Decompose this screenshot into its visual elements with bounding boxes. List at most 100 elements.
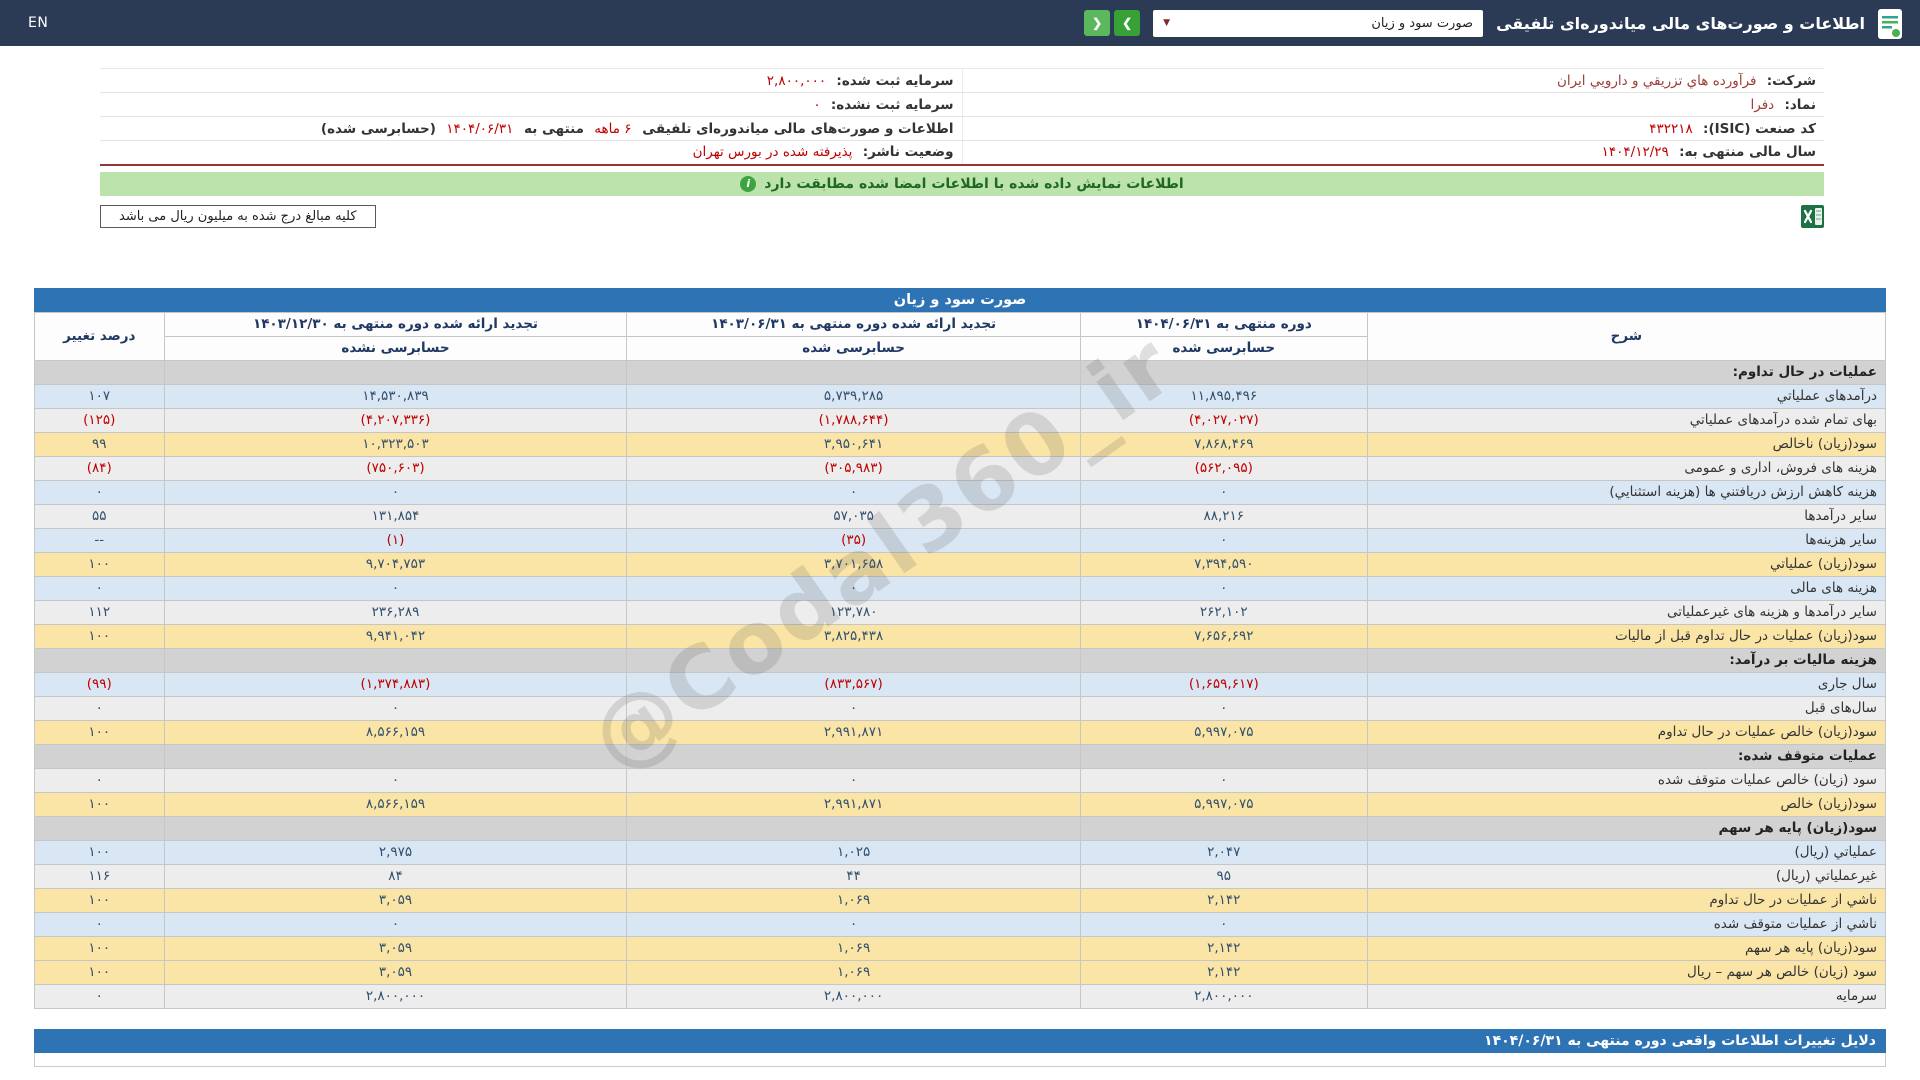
percent-change-value [35, 816, 165, 840]
percent-change-value: ۰ [35, 768, 165, 792]
percent-change-value: ۵۵ [35, 504, 165, 528]
statement-row: ناشي از عملیات در حال تداوم۲,۱۴۲۱,۰۶۹۳,۰… [35, 888, 1886, 912]
row-label: سود(زیان) ناخالص [1367, 432, 1885, 456]
statement-row: سال‌های قبل۰۰۰۰ [35, 696, 1886, 720]
period-value: ۳,۰۵۹ [164, 936, 627, 960]
period-value: ۸۸,۲۱۶ [1080, 504, 1367, 528]
row-label: سایر درآمدها و هزینه های غیرعملیاتی [1367, 600, 1885, 624]
income-statement-title: صورت سود و زیان [34, 288, 1886, 312]
period-value: (۱,۶۵۹,۶۱۷) [1080, 672, 1367, 696]
period-value: ۰ [164, 576, 627, 600]
header-percent-change: درصد تغییر [35, 312, 165, 360]
chevron-down-icon: ▼ [1163, 18, 1170, 28]
row-label: سود(زیان) خالص عملیات در حال تداوم [1367, 720, 1885, 744]
excel-export-icon[interactable] [1801, 205, 1824, 228]
header-restated-midyear: تجدید ارائه شده دوره منتهی به ۱۴۰۳/۰۶/۳۱ [627, 312, 1080, 336]
period-value: ۲,۱۴۲ [1080, 960, 1367, 984]
period-value [1080, 744, 1367, 768]
period-suffix: (حسابرسی شده) [321, 121, 436, 137]
period-value: ۵۷,۰۳۵ [627, 504, 1080, 528]
period-value: ۱۱,۸۹۵,۴۹۶ [1080, 384, 1367, 408]
signature-match-banner: اطلاعات نمایش داده شده با اطلاعات امضا ش… [100, 172, 1824, 196]
period-value: ۰ [164, 696, 627, 720]
row-label: غیرعملیاتي (ریال) [1367, 864, 1885, 888]
section-row: عملیات متوقف شده: [35, 744, 1886, 768]
period-value: ۴۴ [627, 864, 1080, 888]
period-value: ۰ [1080, 696, 1367, 720]
amount-unit-note: کلیه مبالغ درج شده به میلیون ریال می باش… [100, 205, 376, 228]
period-value: ۰ [627, 576, 1080, 600]
header-description: شرح [1367, 312, 1885, 360]
row-label: عملیات متوقف شده: [1367, 744, 1885, 768]
period-value: ۲۶۲,۱۰۲ [1080, 600, 1367, 624]
period-value: ۷,۳۹۴,۵۹۰ [1080, 552, 1367, 576]
statement-row: سود(زیان) عملیاتي۷,۳۹۴,۵۹۰۳,۷۰۱,۶۵۸۹,۷۰۴… [35, 552, 1886, 576]
period-value [1080, 816, 1367, 840]
percent-change-value: ۱۰۰ [35, 792, 165, 816]
company-info-section: شرکت: فرآورده هاي تزريقي و دارويي ايران … [100, 68, 1824, 228]
row-label: سود(زیان) پایه هر سهم [1367, 936, 1885, 960]
unregistered-capital-value: ۰ [813, 97, 820, 113]
row-label: درآمدهای عملیاتي [1367, 384, 1885, 408]
period-value: ۲۳۶,۲۸۹ [164, 600, 627, 624]
period-value: (۱,۳۷۴,۸۸۳) [164, 672, 627, 696]
unregistered-capital-label: سرمایه ثبت نشده: [831, 97, 954, 113]
section-row: هزینه مالیات بر درآمد: [35, 648, 1886, 672]
row-label: سود (زیان) خالص عملیات متوقف شده [1367, 768, 1885, 792]
period-value: (۵۶۲,۰۹۵) [1080, 456, 1367, 480]
percent-change-value: ۱۰۰ [35, 840, 165, 864]
company-name-value: فرآورده هاي تزريقي و دارويي ايران [1557, 73, 1757, 89]
company-info-row: کد صنعت (ISIC): ۴۳۲۲۱۸ اطلاعات و صورت‌ها… [100, 117, 1824, 141]
symbol-label: نماد: [1784, 97, 1816, 113]
nav-next-button[interactable]: ❯ [1114, 10, 1140, 36]
company-info-table: شرکت: فرآورده هاي تزريقي و دارويي ايران … [100, 68, 1824, 166]
period-value: ۱,۰۶۹ [627, 888, 1080, 912]
statement-row: سود(زیان) عملیات در حال تداوم قبل از مال… [35, 624, 1886, 648]
period-value: ۰ [627, 696, 1080, 720]
language-en-link[interactable]: EN [28, 15, 48, 31]
header-restated-midyear-audit-status: حسابرسی شده [627, 336, 1080, 360]
row-label: سرمایه [1367, 984, 1885, 1008]
period-value: ۲,۸۰۰,۰۰۰ [627, 984, 1080, 1008]
period-value: (۱,۷۸۸,۶۴۴) [627, 408, 1080, 432]
income-table-header: شرح دوره منتهی به ۱۴۰۴/۰۶/۳۱ تجدید ارائه… [35, 312, 1886, 360]
statement-row: بهای تمام شده درآمدهای عملیاتي(۴,۰۲۷,۰۲۷… [35, 408, 1886, 432]
statement-row: عملیاتي (ریال)۲,۰۴۷۱,۰۲۵۲,۹۷۵۱۰۰ [35, 840, 1886, 864]
percent-change-value: ۰ [35, 576, 165, 600]
row-label: عملیاتي (ریال) [1367, 840, 1885, 864]
period-value: ۱,۰۶۹ [627, 936, 1080, 960]
period-value [164, 648, 627, 672]
period-value: ۲,۰۴۷ [1080, 840, 1367, 864]
statement-row: سود (زیان) خالص عملیات متوقف شده۰۰۰۰ [35, 768, 1886, 792]
company-info-row: سال مالی منتهی به: ۱۴۰۴/۱۲/۲۹ وضعیت ناشر… [100, 141, 1824, 165]
period-value [1080, 648, 1367, 672]
period-info-cell: اطلاعات و صورت‌های مالی میاندوره‌ای تلفی… [100, 117, 962, 141]
symbol-value: دفرا [1751, 97, 1775, 113]
symbol-cell: نماد: دفرا [962, 93, 1824, 117]
period-value: ۷,۶۵۶,۶۹۲ [1080, 624, 1367, 648]
income-statement-section: صورت سود و زیان شرح دوره منتهی به ۱۴۰۴/۰… [34, 288, 1886, 1009]
report-type-dropdown[interactable]: صورت سود و زیان ▼ [1153, 10, 1483, 37]
period-value: ۰ [1080, 528, 1367, 552]
row-label: ناشي از عملیات در حال تداوم [1367, 888, 1885, 912]
statement-row: سود (زیان) خالص هر سهم – ریال۲,۱۴۲۱,۰۶۹۳… [35, 960, 1886, 984]
company-info-row: شرکت: فرآورده هاي تزريقي و دارويي ايران … [100, 69, 1824, 93]
change-reasons-section: دلایل تغییرات اطلاعات واقعی دوره منتهی ب… [34, 1029, 1886, 1067]
unregistered-capital-cell: سرمایه ثبت نشده: ۰ [100, 93, 962, 117]
statement-row: سایر درآمدها۸۸,۲۱۶۵۷,۰۳۵۱۳۱,۸۵۴۵۵ [35, 504, 1886, 528]
period-value: ۵,۷۳۹,۲۸۵ [627, 384, 1080, 408]
period-value: ۸,۵۶۶,۱۵۹ [164, 720, 627, 744]
percent-change-value: ۱۰۷ [35, 384, 165, 408]
period-value: ۵,۹۹۷,۰۷۵ [1080, 792, 1367, 816]
percent-change-value: ۰ [35, 696, 165, 720]
nav-prev-button[interactable]: ❮ [1084, 10, 1110, 36]
period-value: ۲,۹۹۱,۸۷۱ [627, 792, 1080, 816]
period-value [1080, 360, 1367, 384]
header-restated-yearend-audit-status: حسابرسی نشده [164, 336, 627, 360]
row-label: هزینه کاهش ارزش دریافتني ها (هزینه استثن… [1367, 480, 1885, 504]
period-value: ۳,۹۵۰,۶۴۱ [627, 432, 1080, 456]
period-duration: ۶ ماهه [594, 121, 631, 137]
period-value: ۵,۹۹۷,۰۷۵ [1080, 720, 1367, 744]
percent-change-value: ۱۰۰ [35, 624, 165, 648]
row-label: سود(زیان) عملیات در حال تداوم قبل از مال… [1367, 624, 1885, 648]
